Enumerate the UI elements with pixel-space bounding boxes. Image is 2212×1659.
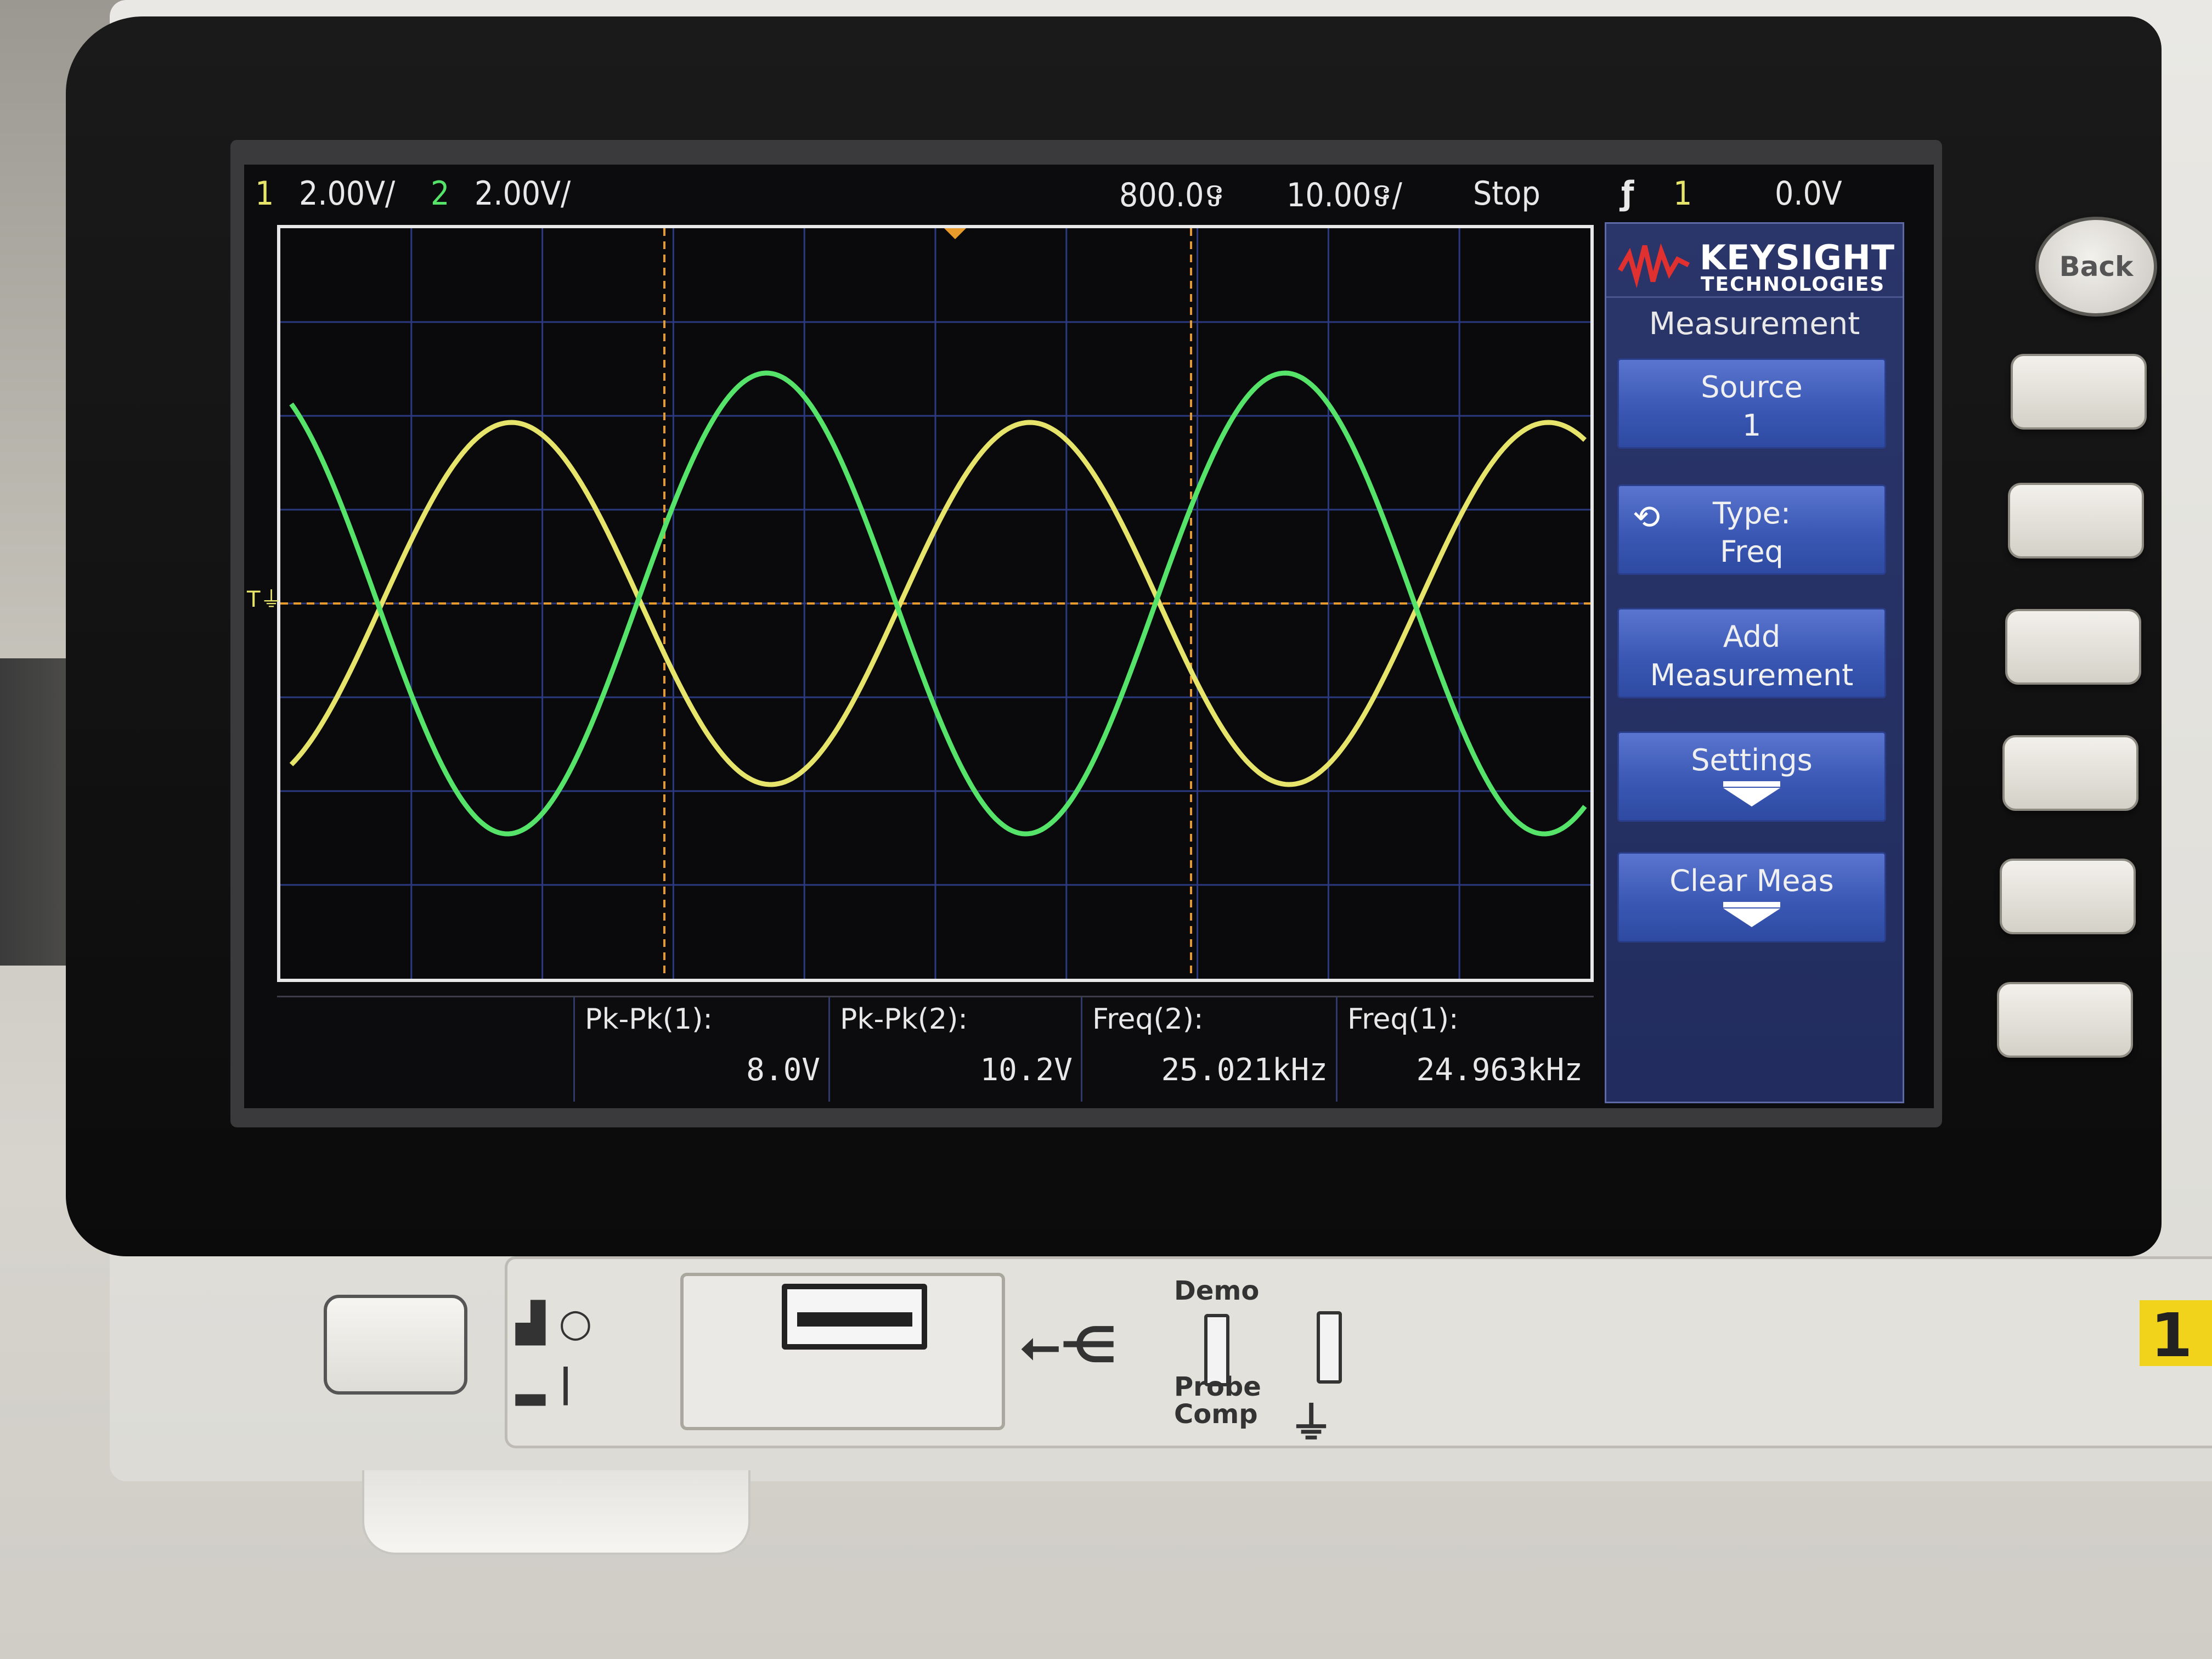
model-tag-text: 1	[2151, 1300, 2193, 1370]
keysight-logo: KEYSIGHT TECHNOLOGIES	[1617, 232, 1895, 296]
menu-title: Measurement	[1649, 306, 1860, 342]
measurement-bar: Pk-Pk(1): 8.0V Pk-Pk(2): 10.2V Freq(2): …	[277, 996, 1594, 1102]
waveform-graticule	[280, 228, 1590, 979]
softkey-hw-button-5[interactable]	[2000, 859, 2136, 934]
probe-comp-label: Probe	[1174, 1372, 1261, 1402]
softkey-type[interactable]: ⟲ Type: Freq	[1617, 484, 1886, 575]
down-arrow-icon	[1723, 788, 1780, 806]
softkey-label: Source	[1701, 370, 1803, 404]
usb-port[interactable]	[782, 1284, 927, 1350]
softkey-value: Freq	[1720, 534, 1784, 569]
trigger-source: 1	[1673, 174, 1692, 213]
demo-label: Demo	[1174, 1276, 1260, 1306]
softkey-label: Clear Meas	[1669, 864, 1834, 898]
brand-subtitle: TECHNOLOGIES	[1701, 273, 1886, 296]
down-arrow-icon	[1723, 909, 1780, 927]
softkey-label: Settings	[1691, 743, 1813, 777]
measurement-freq2: Freq(2): 25.021kHz	[1081, 997, 1338, 1102]
measurement-freq1: Freq(1): 24.963kHz	[1336, 997, 1593, 1102]
softkey-label: Add	[1723, 619, 1781, 654]
softkey-hw-button-2[interactable]	[2008, 483, 2144, 558]
measurement-value: 8.0V	[746, 1052, 820, 1088]
ch1-label: 1	[255, 174, 274, 213]
softkey-add-measurement[interactable]: Add Measurement	[1617, 608, 1886, 698]
power-button[interactable]	[324, 1295, 467, 1395]
trigger-level: 0.0V	[1775, 174, 1842, 213]
softkey-label-line2: Measurement	[1650, 658, 1854, 692]
divider	[1606, 296, 1903, 298]
measurement-label: Freq(1):	[1347, 1003, 1459, 1036]
rising-edge-icon: ƒ	[1621, 174, 1634, 213]
softkey-hw-button-3[interactable]	[2005, 609, 2141, 685]
softkey-settings[interactable]: Settings	[1617, 731, 1886, 822]
status-bar: 1 2.00V/ 2 2.00V/ 800.0ទ 10.00ទ/ Stop ƒ …	[244, 165, 1842, 217]
softkey-hw-button-1[interactable]	[2011, 354, 2147, 430]
softkey-hw-button-4[interactable]	[2002, 735, 2138, 811]
waveform-plot[interactable]	[277, 225, 1594, 982]
ch2-scale: 2.00V/	[475, 174, 571, 213]
keysight-wave-icon	[1618, 243, 1690, 289]
back-button[interactable]: Back	[2035, 217, 2157, 317]
measurement-value: 10.2V	[980, 1052, 1073, 1088]
power-off-icon: ▂ |	[516, 1361, 573, 1406]
brand-name: KEYSIGHT	[1700, 238, 1895, 278]
measurement-label: Pk-Pk(1):	[585, 1003, 713, 1036]
instrument-foot	[362, 1470, 751, 1555]
ground-terminal[interactable]	[1317, 1311, 1342, 1384]
oscilloscope-display: 1 2.00V/ 2 2.00V/ 800.0ទ 10.00ទ/ Stop ƒ …	[244, 165, 1934, 1108]
usb-icon: ⭠⋲	[1020, 1317, 1118, 1374]
measurement-value: 25.021kHz	[1161, 1052, 1328, 1088]
ground-icon: ⏚	[1289, 1398, 1333, 1449]
measurement-pkpk2: Pk-Pk(2): 10.2V	[828, 997, 1082, 1102]
ch1-scale: 2.00V/	[299, 174, 396, 213]
run-state: Stop	[1473, 174, 1541, 213]
softkey-value: 1	[1742, 408, 1762, 443]
trigger-marker: T	[247, 587, 261, 612]
time-scale: 10.00ទ/	[1286, 176, 1402, 215]
time-delay: 800.0ទ	[1119, 176, 1225, 215]
trigger-position-marker	[944, 228, 966, 239]
measurement-label: Pk-Pk(2):	[840, 1003, 968, 1036]
softkey-label: Type:	[1712, 496, 1791, 531]
submenu-arrow-icon	[1723, 902, 1780, 907]
ch2-label: 2	[431, 174, 450, 213]
measurement-value: 24.963kHz	[1416, 1052, 1583, 1088]
measurement-label: Freq(2):	[1092, 1003, 1204, 1036]
submenu-arrow-icon	[1723, 781, 1780, 787]
softkey-clear-meas[interactable]: Clear Meas	[1617, 852, 1886, 943]
softkey-hw-button-6[interactable]	[1997, 982, 2133, 1058]
model-tag: 1	[2140, 1300, 2212, 1370]
measurement-pkpk1: Pk-Pk(1): 8.0V	[573, 997, 830, 1102]
channel-ground-marker: T⏚	[247, 587, 283, 612]
softkey-menu: KEYSIGHT TECHNOLOGIES Measurement Source…	[1605, 222, 1904, 1103]
probe-comp-label-2: Comp	[1174, 1399, 1258, 1430]
power-on-icon: ▟ ○	[516, 1300, 592, 1345]
softkey-source[interactable]: Source 1	[1617, 358, 1886, 449]
